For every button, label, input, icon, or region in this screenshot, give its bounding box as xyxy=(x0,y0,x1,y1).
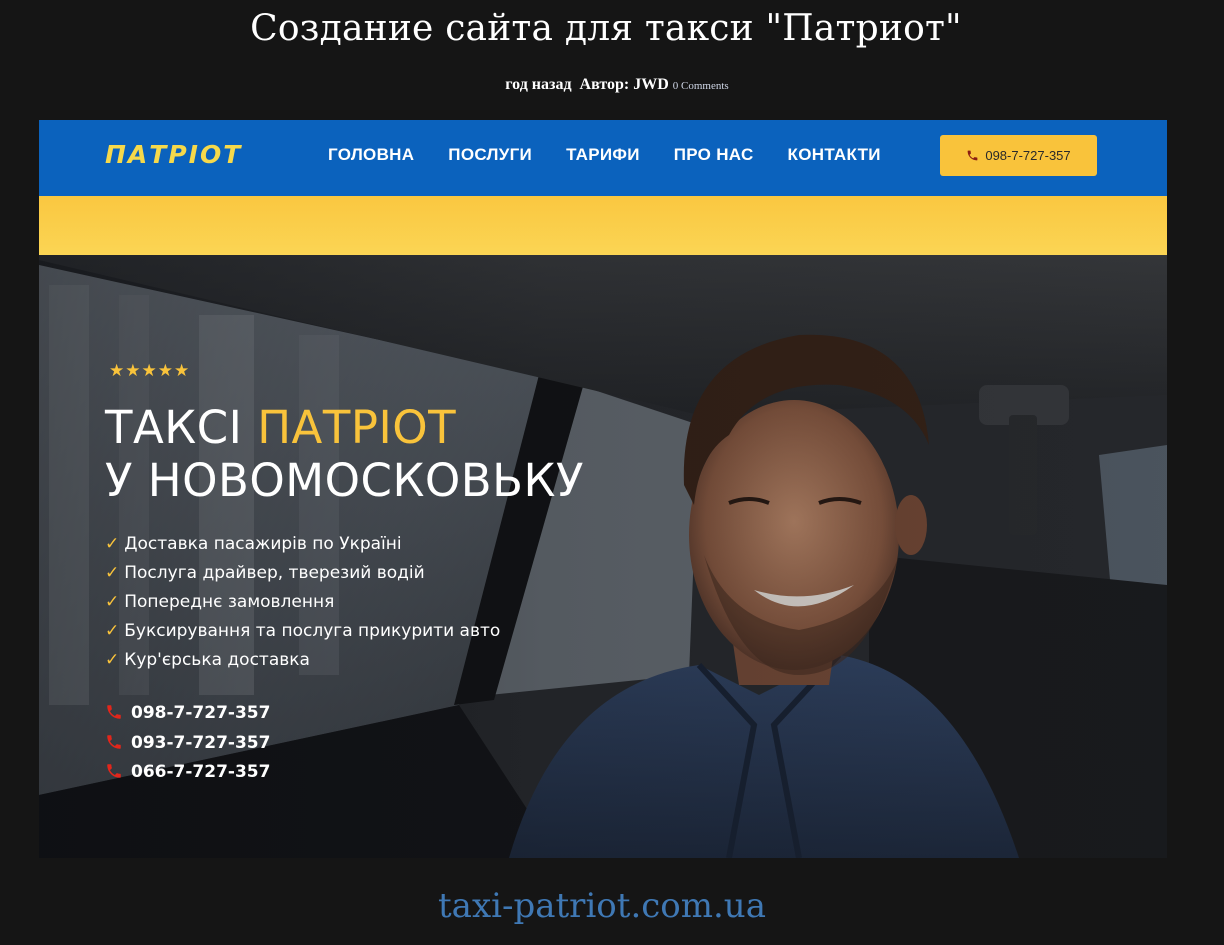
feature-text: Кур'єрська доставка xyxy=(124,650,310,670)
phone-item[interactable]: 098-7-727-357 xyxy=(105,699,270,729)
features-list: ✓ Доставка пасажирів по Україні ✓ Послуга … xyxy=(105,530,500,675)
site-header: ПАТРІОТ ГОЛОВНА ПОСЛУГИ ТАРИФИ ПРО НАС К… xyxy=(39,120,1167,196)
nav-item-about[interactable]: ПРО НАС xyxy=(674,145,754,165)
site-screenshot: ПАТРІОТ ГОЛОВНА ПОСЛУГИ ТАРИФИ ПРО НАС К… xyxy=(39,120,1167,858)
post-author[interactable]: Автор: JWD xyxy=(580,76,669,93)
list-item: ✓ Доставка пасажирів по Україні xyxy=(105,530,500,559)
phone-number: 098-7-727-357 xyxy=(131,703,271,723)
main-nav: ГОЛОВНА ПОСЛУГИ ТАРИФИ ПРО НАС КОНТАКТИ xyxy=(328,145,881,165)
check-icon: ✓ xyxy=(105,563,120,583)
post-time: год назад xyxy=(505,76,572,93)
yellow-band xyxy=(39,196,1167,255)
site-logo[interactable]: ПАТРІОТ xyxy=(105,140,242,169)
nav-item-tariffs[interactable]: ТАРИФИ xyxy=(566,145,640,165)
phone-list: 098-7-727-357 093-7-727-357 066-7-727-35… xyxy=(105,699,270,788)
site-url-link[interactable]: taxi-patriot.com.ua xyxy=(0,886,1204,926)
rating-stars: ★★★★★ xyxy=(109,361,191,381)
list-item: ✓ Попереднє замовлення xyxy=(105,588,500,617)
check-icon: ✓ xyxy=(105,621,120,641)
nav-item-contacts[interactable]: КОНТАКТИ xyxy=(788,145,881,165)
phone-number: 066-7-727-357 xyxy=(131,762,271,782)
hero-title: ТАКСІ ПАТРІОТ У НОВОМОСКОВЬКУ xyxy=(105,401,584,507)
check-icon: ✓ xyxy=(105,592,120,612)
feature-text: Попереднє замовлення xyxy=(124,592,335,612)
phone-item[interactable]: 066-7-727-357 xyxy=(105,758,270,788)
post-meta: год назад Автор: JWD 0 Comments xyxy=(0,76,1224,94)
feature-text: Послуга драйвер, тверезий водій xyxy=(124,563,425,583)
hero-title-accent: ПАТРІОТ xyxy=(257,401,457,454)
check-icon: ✓ xyxy=(105,534,120,554)
call-button-label: 098-7-727-357 xyxy=(985,148,1071,163)
hero-title-prefix: ТАКСІ xyxy=(105,401,258,454)
phone-icon xyxy=(107,705,121,719)
phone-icon xyxy=(967,150,978,161)
phone-number: 093-7-727-357 xyxy=(131,732,271,753)
nav-item-services[interactable]: ПОСЛУГИ xyxy=(448,145,532,165)
feature-text: Доставка пасажирів по Україні xyxy=(124,534,402,554)
post-title: Создание сайта для такси "Патриот" xyxy=(250,8,962,49)
list-item: ✓ Послуга драйвер, тверезий водій xyxy=(105,559,500,588)
check-icon: ✓ xyxy=(105,650,120,670)
list-item: ✓ Буксирування та послуга прикурити авто xyxy=(105,617,500,646)
feature-text: Буксирування та послуга прикурити авто xyxy=(124,621,501,641)
phone-item[interactable]: 093-7-727-357 xyxy=(105,729,270,759)
phone-icon xyxy=(107,734,121,749)
hero-title-line2: У НОВОМОСКОВЬКУ xyxy=(105,454,584,507)
nav-item-home[interactable]: ГОЛОВНА xyxy=(328,145,414,165)
list-item: ✓ Кур'єрська доставка xyxy=(105,646,500,675)
phone-icon xyxy=(107,764,121,778)
hero-section: ★★★★★ ТАКСІ ПАТРІОТ У НОВОМОСКОВЬКУ ✓ Дос… xyxy=(39,255,1167,858)
comments-link[interactable]: 0 Comments xyxy=(673,80,729,92)
call-button[interactable]: 098-7-727-357 xyxy=(940,135,1097,176)
